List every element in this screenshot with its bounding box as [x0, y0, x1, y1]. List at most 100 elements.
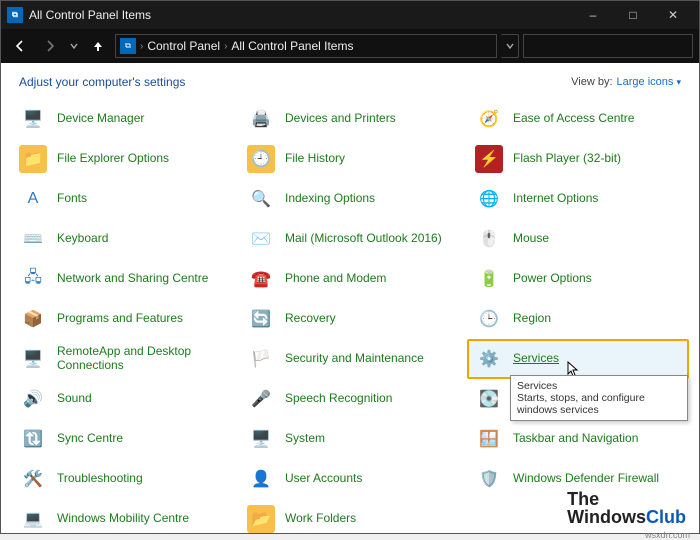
cp-item-power-options[interactable]: 🔋 Power Options — [467, 259, 689, 299]
internet-options-icon: 🌐 — [475, 185, 503, 213]
item-label: Sound — [57, 392, 92, 406]
item-label: Ease of Access Centre — [513, 112, 634, 126]
work-folders-icon: 📂 — [247, 505, 275, 533]
tooltip: Services Starts, stops, and configure wi… — [510, 375, 688, 421]
security-maintenance-icon: 🏳️ — [247, 345, 275, 373]
cp-item-flash-player[interactable]: ⚡ Flash Player (32-bit) — [467, 139, 689, 179]
window-controls: – □ ✕ — [573, 1, 693, 29]
network-sharing-icon: 🖧 — [19, 265, 47, 293]
addr-control-panel-icon: ⧉ — [120, 38, 136, 54]
storage-spaces-icon: 💽 — [475, 385, 503, 413]
mail-icon: ✉️ — [247, 225, 275, 253]
recent-dropdown[interactable] — [67, 33, 81, 59]
cp-item-region[interactable]: 🕒Region — [467, 299, 689, 339]
cp-item-mail[interactable]: ✉️Mail (Microsoft Outlook 2016) — [239, 219, 461, 259]
phone-modem-icon: ☎️ — [247, 265, 275, 293]
cp-item-mobility-centre[interactable]: 💻Windows Mobility Centre — [11, 499, 233, 533]
cp-item-user-accounts[interactable]: 👤 User Accounts — [239, 459, 461, 499]
cp-item-troubleshooting[interactable]: 🛠️Troubleshooting — [11, 459, 233, 499]
viewby: View by: Large icons ▾ — [571, 76, 681, 88]
cp-item-services[interactable]: ⚙️Services — [467, 339, 689, 379]
item-label: Flash Player (32-bit) — [513, 152, 621, 166]
item-label: User Accounts — [285, 472, 362, 486]
adjust-settings-label: Adjust your computer's settings — [19, 75, 185, 89]
power-options-icon: 🔋 — [475, 265, 503, 293]
item-label: Keyboard — [57, 232, 108, 246]
item-label: Device Manager — [57, 112, 144, 126]
search-input[interactable] — [523, 34, 693, 58]
cp-item-taskbar-navigation[interactable]: 🪟 Taskbar and Navigation — [467, 419, 689, 459]
addressbar[interactable]: ⧉ › Control Panel › All Control Panel It… — [115, 34, 497, 58]
cp-item-internet-options[interactable]: 🌐 Internet Options — [467, 179, 689, 219]
cp-item-phone-modem[interactable]: ☎️ Phone and Modem — [239, 259, 461, 299]
region-icon: 🕒 — [475, 305, 503, 333]
item-label: Security and Maintenance — [285, 352, 424, 366]
control-panel-icon: ⧉ — [7, 7, 23, 23]
cp-item-indexing-options[interactable]: 🔍 Indexing Options — [239, 179, 461, 219]
cp-item-remoteapp[interactable]: 🖥️RemoteApp and Desktop Connections — [11, 339, 233, 379]
cp-item-file-history[interactable]: 🕘File History — [239, 139, 461, 179]
viewby-dropdown[interactable]: Large icons ▾ — [617, 76, 681, 88]
navbar: ⧉ › Control Panel › All Control Panel It… — [1, 29, 699, 63]
cp-item-programs-features[interactable]: 📦 Programs and Features — [11, 299, 233, 339]
troubleshooting-icon: 🛠️ — [19, 465, 47, 493]
indexing-options-icon: 🔍 — [247, 185, 275, 213]
tooltip-title: Services — [517, 380, 681, 392]
cp-item-speech-recognition[interactable]: 🎤 Speech Recognition — [239, 379, 461, 419]
cp-item-file-explorer-options[interactable]: 📁 File Explorer Options — [11, 139, 233, 179]
breadcrumb-segment[interactable]: Control Panel — [147, 39, 220, 53]
cp-item-keyboard[interactable]: ⌨️Keyboard — [11, 219, 233, 259]
breadcrumb-segment[interactable]: All Control Panel Items — [231, 39, 353, 53]
item-label: File Explorer Options — [57, 152, 169, 166]
item-label: Internet Options — [513, 192, 598, 206]
mobility-centre-icon: 💻 — [19, 505, 47, 533]
cp-item-sync-centre[interactable]: 🔃Sync Centre — [11, 419, 233, 459]
chevron-down-icon: ▾ — [676, 77, 681, 87]
maximize-button[interactable]: □ — [613, 1, 653, 29]
cp-item-devices-printers[interactable]: 🖨️Devices and Printers — [239, 99, 461, 139]
cp-item-network-sharing[interactable]: 🖧 Network and Sharing Centre — [11, 259, 233, 299]
item-label: Programs and Features — [57, 312, 183, 326]
system-icon: 🖥️ — [247, 425, 275, 453]
item-label: Taskbar and Navigation — [513, 432, 638, 446]
item-label: Phone and Modem — [285, 272, 386, 286]
cp-item-recovery[interactable]: 🔄Recovery — [239, 299, 461, 339]
cp-item-device-manager[interactable]: 🖥️Device Manager — [11, 99, 233, 139]
item-label: Mouse — [513, 232, 549, 246]
minimize-button[interactable]: – — [573, 1, 613, 29]
viewby-label: View by: — [571, 76, 612, 88]
content-header: Adjust your computer's settings View by:… — [1, 63, 699, 95]
sync-centre-icon: 🔃 — [19, 425, 47, 453]
forward-button[interactable] — [37, 33, 63, 59]
item-label: Power Options — [513, 272, 592, 286]
devices-printers-icon: 🖨️ — [247, 105, 275, 133]
item-label: Speech Recognition — [285, 392, 392, 406]
close-button[interactable]: ✕ — [653, 1, 693, 29]
back-button[interactable] — [7, 33, 33, 59]
tooltip-body: Starts, stops, and configure windows ser… — [517, 392, 681, 416]
sound-icon: 🔊 — [19, 385, 47, 413]
cp-item-defender-firewall[interactable]: 🛡️Windows Defender Firewall — [467, 459, 689, 499]
up-button[interactable] — [85, 33, 111, 59]
item-label: RemoteApp and Desktop Connections — [57, 345, 225, 373]
cp-item-ease-of-access[interactable]: 🧭 Ease of Access Centre — [467, 99, 689, 139]
titlebar: ⧉ All Control Panel Items – □ ✕ — [1, 1, 699, 29]
item-label: File History — [285, 152, 345, 166]
addr-history-dropdown[interactable] — [501, 34, 519, 58]
speech-recognition-icon: 🎤 — [247, 385, 275, 413]
taskbar-navigation-icon: 🪟 — [475, 425, 503, 453]
item-label: Indexing Options — [285, 192, 375, 206]
flash-player-icon: ⚡ — [475, 145, 503, 173]
item-label: Work Folders — [285, 512, 356, 526]
item-label: Network and Sharing Centre — [57, 272, 208, 286]
cp-item-security-maintenance[interactable]: 🏳️ Security and Maintenance — [239, 339, 461, 379]
cp-item-sound[interactable]: 🔊 Sound — [11, 379, 233, 419]
cp-item-work-folders[interactable]: 📂 Work Folders — [239, 499, 461, 533]
cp-item-system[interactable]: 🖥️System — [239, 419, 461, 459]
ease-of-access-icon: 🧭 — [475, 105, 503, 133]
user-accounts-icon: 👤 — [247, 465, 275, 493]
file-explorer-options-icon: 📁 — [19, 145, 47, 173]
cp-item-mouse[interactable]: 🖱️Mouse — [467, 219, 689, 259]
cp-item-fonts[interactable]: AFonts — [11, 179, 233, 219]
programs-features-icon: 📦 — [19, 305, 47, 333]
